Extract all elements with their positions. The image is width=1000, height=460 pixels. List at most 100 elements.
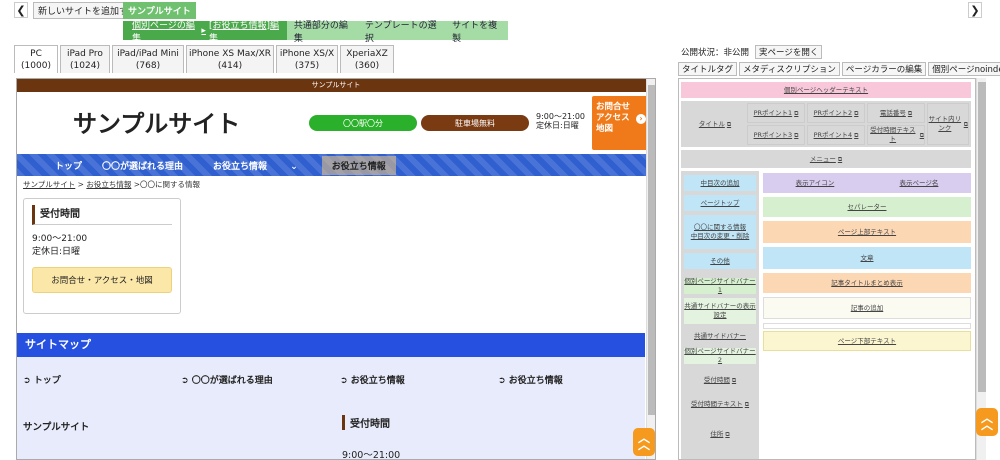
common-banner-block[interactable]: 共通サイドバナー — [684, 328, 756, 344]
header-text-block[interactable]: 個別ページヘッダーテキスト — [681, 82, 971, 98]
box-contact-button[interactable]: お問合せ・アクセス・地図 — [32, 267, 172, 293]
common-banner-setting-block[interactable]: 共通サイドバナーの表示設定 — [684, 298, 756, 324]
block-label: 住所 — [710, 429, 724, 438]
sitemap-link-reasons[interactable]: ➲ 〇〇が選ばれる理由 — [181, 373, 273, 386]
device-name: iPad/iPad Mini — [117, 48, 179, 59]
sidebar-hours-block[interactable]: 受付時間 ⧉ — [684, 371, 756, 389]
side-banner-1-block[interactable]: 個別ページサイドバナー1 — [684, 277, 756, 294]
hours-text-block[interactable]: 受付時間テキスト ⧉ — [867, 125, 925, 145]
site-link-block[interactable]: サイト内リンク ⧉ — [927, 103, 969, 145]
add-article-block[interactable]: 記事の追加 — [763, 297, 971, 319]
block-label: サイト内リンク — [928, 115, 962, 132]
site-title: サンプルサイト — [73, 110, 241, 138]
copy-site-tab[interactable]: サイトを複製 — [445, 18, 508, 44]
block-label: PRポイント4 — [813, 130, 853, 139]
circle-arrow-icon: ➲ — [23, 376, 31, 386]
current-page-block[interactable]: 〇〇に関する情報 中目次の変更・削除 — [684, 215, 756, 249]
external-link-icon: ⧉ — [907, 109, 913, 117]
device-size: (768) — [135, 60, 161, 71]
block-label: 受付時間 — [703, 375, 730, 384]
meta-description-tab[interactable]: メタディスクリプション — [739, 62, 840, 76]
device-tab-xperia[interactable]: XperiaXZ (360) — [340, 45, 394, 73]
sitemap-link-useful-2[interactable]: ➲ お役立ち情報 — [498, 373, 563, 386]
contact-line-1: お問合せ — [596, 102, 631, 112]
arrow-right-icon: ▸ — [201, 25, 206, 36]
other-block[interactable]: その他 — [684, 253, 756, 269]
parking-badge: 駐車場無料 — [421, 115, 529, 131]
nav-top[interactable]: トップ — [17, 159, 92, 172]
sitemap-link-label: 〇〇が選ばれる理由 — [191, 376, 273, 386]
device-size: (1000) — [21, 60, 51, 71]
device-size: (414) — [217, 60, 243, 71]
site-name-button[interactable]: サンプルサイト — [123, 2, 196, 19]
block-label: PRポイント2 — [813, 108, 853, 117]
template-tab[interactable]: テンプレートの選択 — [358, 18, 445, 44]
pr4-block[interactable]: PRポイント4 ⧉ — [807, 125, 865, 145]
external-link-icon: ⧉ — [794, 109, 799, 117]
nav-reasons[interactable]: 〇〇が選ばれる理由 — [92, 159, 193, 172]
chevron-right-icon: › — [636, 114, 646, 124]
scrollbar-thumb[interactable] — [648, 85, 655, 415]
device-tab-pc[interactable]: PC (1000) — [14, 45, 58, 73]
panel-scroll-top-icon[interactable]: ︿ ︿ — [976, 408, 998, 436]
site-preview: サンプルサイト サンプルサイト 〇〇駅〇分 駐車場無料 9:00〜21:00 定休… — [16, 78, 656, 460]
sitemap-link-useful[interactable]: ➲ お役立ち情報 — [340, 373, 405, 386]
summary-block[interactable]: 記事タイトルまとめ表示 — [763, 273, 971, 293]
edit-page-tab[interactable]: 個別ページの編集 ▸ [お役立ち情報]編集 — [123, 21, 287, 44]
footer-hours-heading: 受付時間 — [342, 415, 390, 430]
open-page-button[interactable]: 実ページを開く — [755, 45, 823, 59]
page-name-label: 表示ページ名 — [899, 178, 939, 187]
title-block[interactable]: タイトル ⧉ — [685, 117, 745, 131]
device-tab-ipad[interactable]: iPad/iPad Mini (768) — [112, 45, 184, 73]
device-tab-iphone-xs[interactable]: iPhone XS/X (375) — [276, 45, 338, 73]
tel-block[interactable]: 電話番号 ⧉ — [867, 103, 925, 123]
back-arrow-icon[interactable]: ❮ — [14, 2, 28, 18]
circle-arrow-icon: ➲ — [340, 376, 348, 386]
breadcrumb-parent[interactable]: お役立ち情報 — [86, 180, 131, 189]
menu-block[interactable]: メニュー ⧉ — [681, 150, 971, 168]
block-label: 受付時間テキスト — [690, 399, 743, 408]
bottom-text-block[interactable]: ページ下部テキスト — [763, 331, 971, 351]
sitemap-heading: サイトマップ — [17, 333, 645, 357]
external-link-icon: ⧉ — [725, 430, 730, 438]
top-text-block[interactable]: ページ上部テキスト — [763, 221, 971, 243]
device-size: (360) — [354, 60, 380, 71]
box-hours: 9:00〜21:00 — [32, 234, 88, 244]
breadcrumb: サンプルサイト > お役立ち情報 >〇〇に関する情報 — [17, 176, 655, 193]
add-toc-block[interactable]: 中目次の追加 — [684, 175, 756, 191]
breadcrumb-home[interactable]: サンプルサイト — [23, 180, 75, 189]
contact-button[interactable]: お問合せ アクセス 地図 › — [592, 96, 650, 150]
body-block[interactable]: 文章 — [763, 247, 971, 269]
preview-scrollbar[interactable] — [646, 79, 655, 459]
nav-useful-active[interactable]: お役立ち情報 — [321, 155, 396, 175]
pr1-block[interactable]: PRポイント1 ⧉ — [747, 103, 805, 123]
page-color-tab[interactable]: ページカラーの編集 — [841, 62, 927, 76]
device-tab-ipad-pro[interactable]: iPad Pro (1024) — [60, 45, 110, 73]
block-label: 電話番号 — [879, 108, 906, 117]
common-tab[interactable]: 共通部分の編集 — [287, 18, 358, 44]
panel-scrollbar[interactable] — [976, 78, 986, 460]
sitemap-link-label: お役立ち情報 — [508, 376, 563, 386]
device-name: iPad Pro — [67, 48, 103, 59]
device-tabs: PC (1000) iPad Pro (1024) iPad/iPad Mini (7… — [14, 45, 394, 73]
noindex-tab[interactable]: 個別ページnoindex — [928, 62, 1000, 76]
title-tag-tab[interactable]: タイトルタグ — [678, 62, 738, 76]
scroll-top-icon[interactable]: ︿ ︿ — [633, 428, 655, 456]
pr3-block[interactable]: PRポイント3 ⧉ — [747, 125, 805, 145]
page-top-block[interactable]: ページトップ — [684, 195, 756, 211]
panel-scrollbar-thumb[interactable] — [978, 82, 986, 392]
side-banner-2-block[interactable]: 個別ページサイドバナー2 — [684, 347, 756, 364]
icon-name-block[interactable]: 表示アイコン 表示ページ名 — [763, 173, 971, 193]
edit-page-label: 個別ページの編集 — [132, 20, 195, 44]
layout-panel: 個別ページヘッダーテキスト タイトル ⧉ PRポイント1 ⧉ PRポイント2 ⧉ 電話… — [678, 78, 976, 460]
forward-arrow-icon[interactable]: ❯ — [968, 2, 982, 18]
nav-useful-dropdown[interactable]: お役立ち情報 ⌄ — [193, 159, 318, 172]
external-link-icon: ⧉ — [726, 120, 732, 128]
device-tab-iphone-xs-max[interactable]: iPhone XS Max/XR (414) — [186, 45, 274, 73]
address-block[interactable]: 住所 ⧉ — [684, 425, 756, 443]
sitemap-link-top[interactable]: ➲ トップ — [23, 373, 61, 386]
sidebar-hours-text-block[interactable]: 受付時間テキスト ⧉ — [684, 395, 756, 413]
pr2-block[interactable]: PRポイント2 ⧉ — [807, 103, 865, 123]
site-top-bar: サンプルサイト — [17, 79, 655, 92]
separator-block[interactable]: セパレーター — [763, 197, 971, 217]
